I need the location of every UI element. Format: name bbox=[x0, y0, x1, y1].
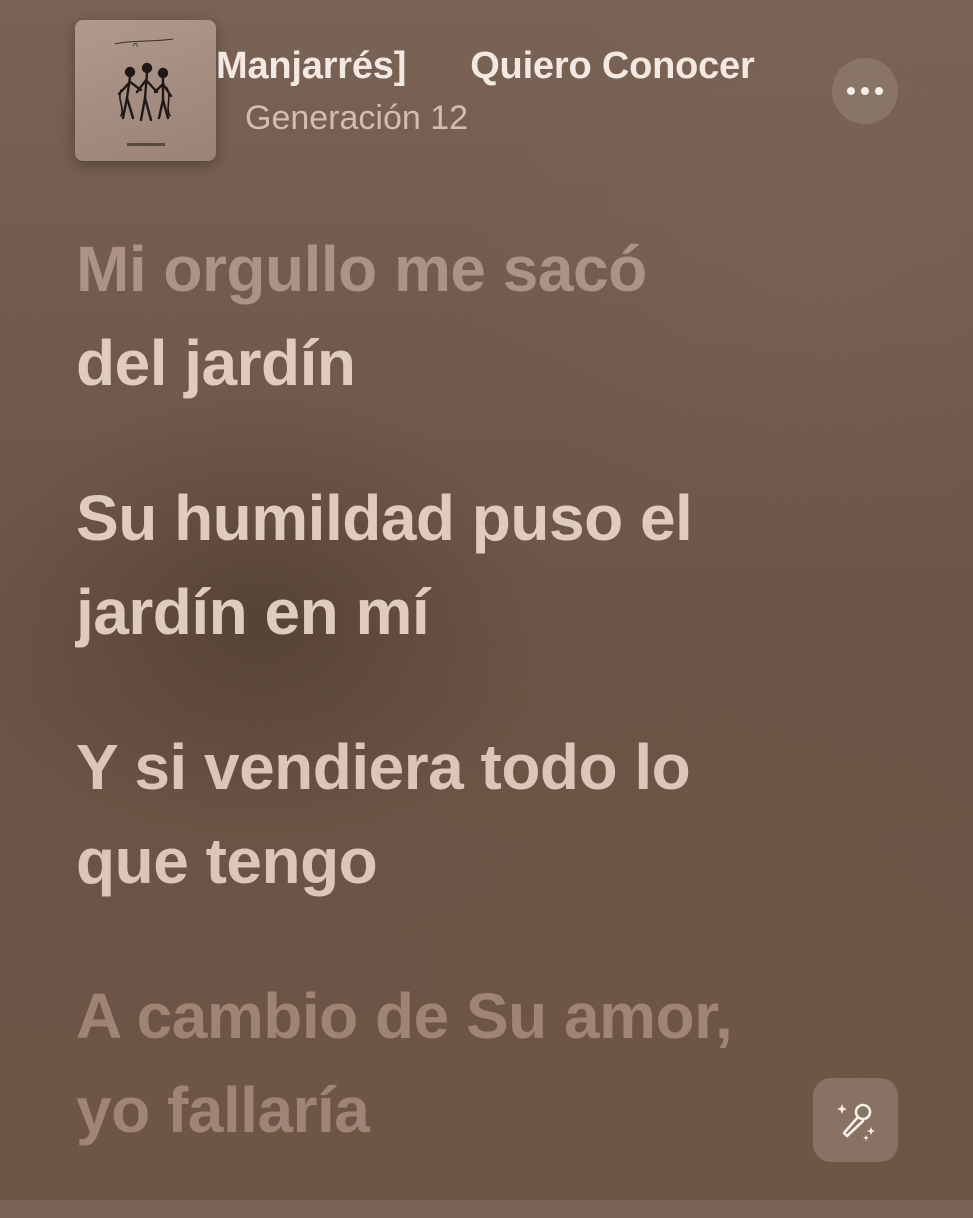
song-title: Manjarrés] Quiero Conocer bbox=[216, 40, 755, 92]
more-icon-dot bbox=[875, 87, 883, 95]
lyric-line-text: jardín en mí bbox=[76, 576, 430, 648]
lyric-line-current[interactable]: Su humildad puso el jardín en mí bbox=[76, 471, 936, 659]
lyric-line-next[interactable]: Y si vendiera todo lo que tengo bbox=[76, 720, 936, 908]
lyric-line-text: del jardín bbox=[76, 327, 356, 399]
song-title-tail: Manjarrés] bbox=[216, 45, 407, 87]
album-artwork[interactable] bbox=[75, 20, 216, 161]
song-title-marquee[interactable]: Manjarrés] Quiero Conocer bbox=[216, 40, 776, 92]
more-button[interactable] bbox=[832, 58, 898, 124]
lyric-line-text: Su humildad puso el bbox=[76, 482, 693, 554]
lyric-line-text: Mi orgullo me sacó bbox=[76, 233, 647, 305]
now-playing-header: Manjarrés] Quiero Conocer Generación 12 bbox=[0, 0, 973, 180]
lyric-line-text: yo fallaría bbox=[76, 1074, 370, 1146]
artist-name[interactable]: Generación 12 bbox=[245, 96, 468, 140]
song-title-head: Quiero Conocer bbox=[470, 45, 755, 87]
lyrics-view[interactable]: Mi orgullo me sacó del jardín Su humilda… bbox=[76, 222, 936, 1218]
more-icon-dot bbox=[861, 87, 869, 95]
album-artwork-image bbox=[114, 38, 174, 146]
more-icon bbox=[847, 87, 855, 95]
lyric-line-upcoming[interactable]: A cambio de Su amor, yo fallaría bbox=[76, 969, 936, 1157]
lyric-line-text: que tengo bbox=[76, 825, 378, 897]
lyric-line-text: A cambio de Su amor, bbox=[76, 980, 733, 1052]
lyric-line-text: Y si vendiera todo lo bbox=[76, 731, 691, 803]
lyric-line-previous[interactable]: Mi orgullo me sacó del jardín bbox=[76, 222, 936, 410]
microphone-sparkles-icon bbox=[836, 1103, 875, 1141]
sing-button[interactable] bbox=[813, 1078, 898, 1162]
